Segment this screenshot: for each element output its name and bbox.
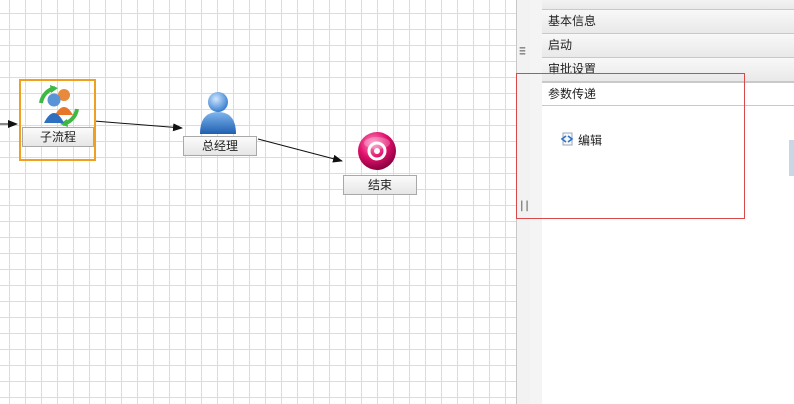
splitter-grip-top[interactable]: ━ ━ ━	[519, 45, 526, 60]
subprocess-users-icon	[37, 85, 81, 130]
node-label: 子流程	[22, 127, 94, 147]
properties-panel: 基本信息 启动 审批设置 参数传递	[542, 0, 794, 404]
accordion-header-startup[interactable]: 启动	[542, 34, 794, 58]
user-icon	[196, 90, 242, 139]
node-subprocess[interactable]: 子流程	[19, 79, 96, 161]
edit-icon	[560, 132, 574, 150]
edge-manager-to-end	[257, 138, 343, 163]
node-label: 总经理	[183, 136, 257, 156]
accordion-header-basic-info[interactable]: 基本信息	[542, 10, 794, 34]
panel-splitter[interactable]: ━ ━ ━ ┃┃	[516, 0, 531, 404]
end-node-icon	[356, 130, 398, 175]
edit-link[interactable]: 编辑	[560, 132, 602, 150]
node-general-manager-label-wrap[interactable]: 总经理	[183, 136, 257, 156]
node-end[interactable]	[356, 130, 398, 172]
workflow-canvas[interactable]: 子流程 总经理 结束	[0, 0, 516, 404]
accordion-header-parameter-passing[interactable]: 参数传递	[542, 82, 794, 106]
edge-subprocess-to-manager	[93, 120, 183, 132]
right-edge-tab	[789, 140, 794, 176]
splitter-grip-middle[interactable]: ┃┃	[519, 203, 530, 212]
edit-label: 编辑	[578, 133, 603, 148]
node-label: 结束	[343, 175, 417, 195]
node-end-label-wrap[interactable]: 结束	[343, 175, 417, 195]
node-general-manager[interactable]	[196, 90, 242, 136]
accordion-header-collapsed[interactable]	[542, 0, 794, 10]
edges-layer	[0, 120, 343, 163]
accordion-header-approval-settings[interactable]: 审批设置	[542, 58, 794, 82]
